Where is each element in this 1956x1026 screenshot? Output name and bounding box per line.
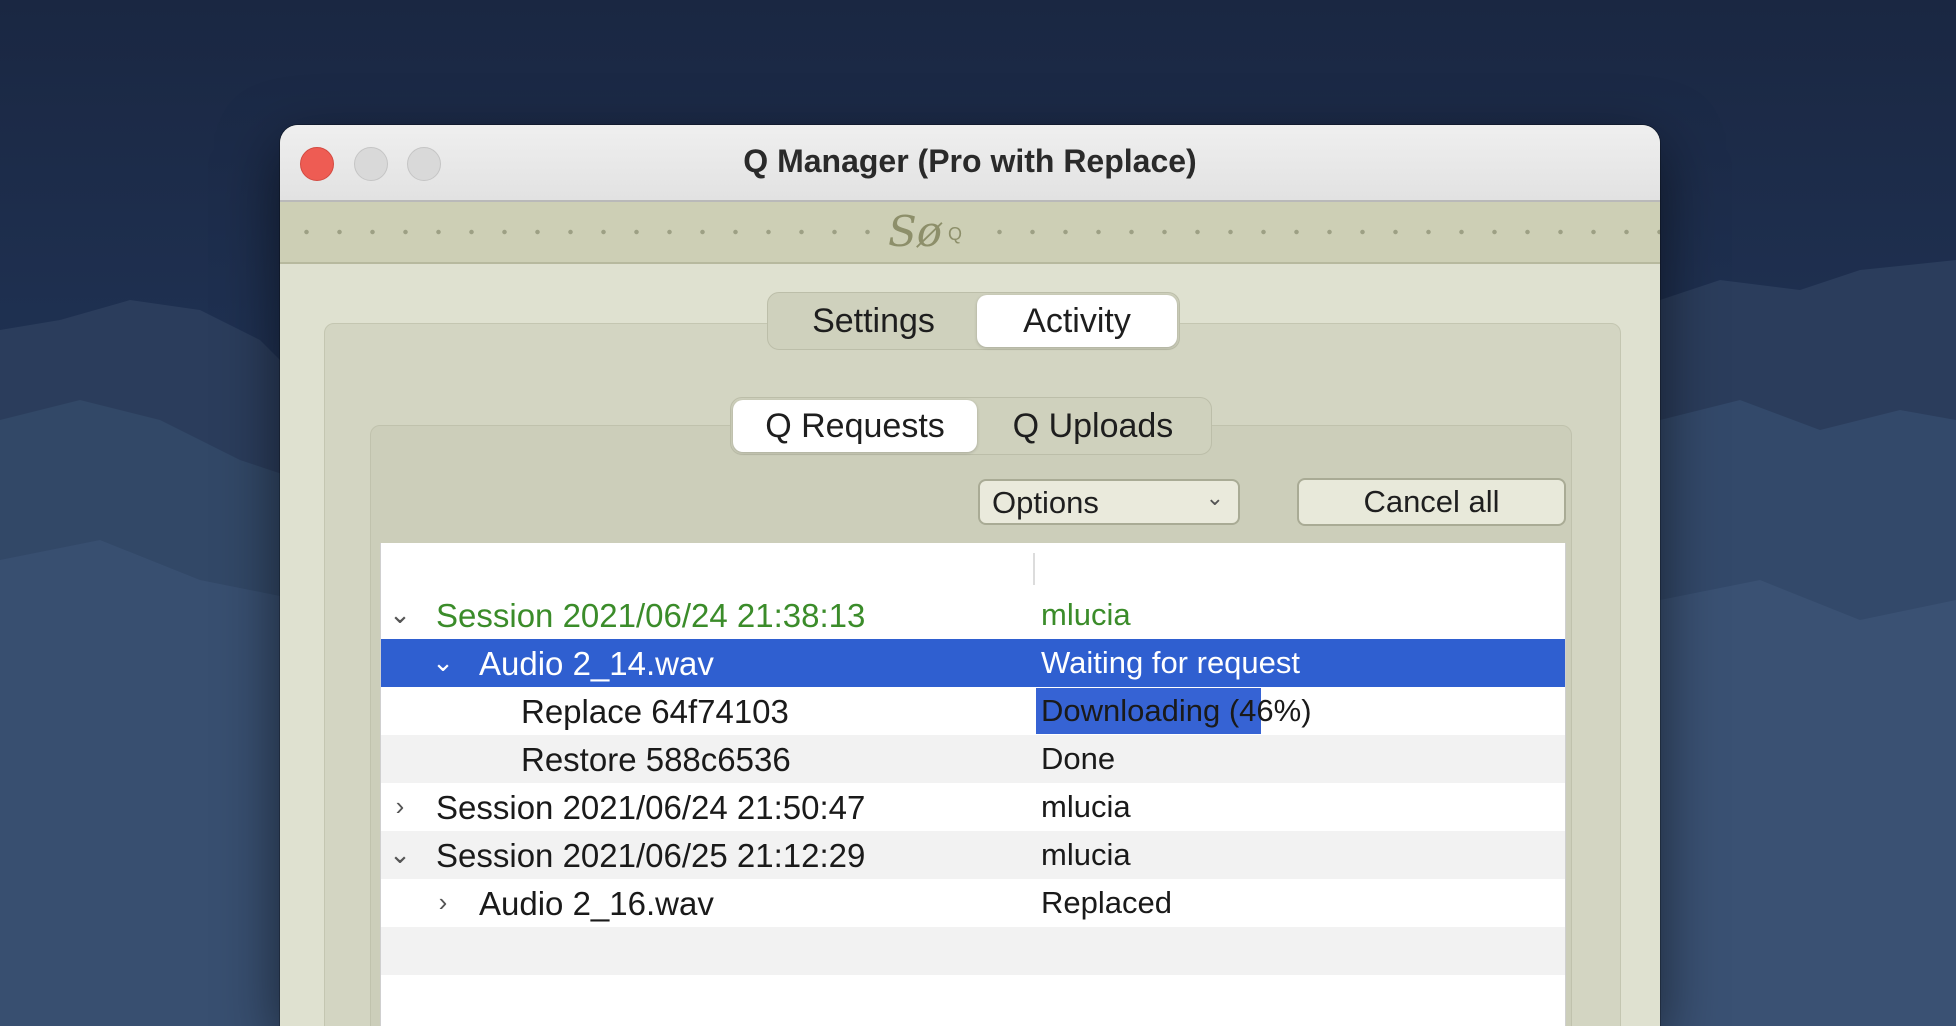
list-item-file[interactable]: › Audio 2_16.wav Replaced — [381, 879, 1565, 927]
app-banner: Sø Q — [280, 202, 1660, 264]
list-item-session[interactable]: ⌄ Session 2021/06/24 21:38:13 mlucia — [381, 591, 1565, 639]
chevron-down-icon[interactable]: ⌄ — [385, 839, 415, 870]
session-user: mlucia — [1041, 789, 1131, 824]
list-item-empty — [381, 927, 1565, 975]
session-name: Session 2021/06/24 21:50:47 — [436, 789, 866, 826]
tab-settings[interactable]: Settings — [770, 295, 977, 347]
q-manager-window: Q Manager (Pro with Replace) Sø Q Setting… — [280, 125, 1660, 1026]
main-tab-bar: Settings Activity — [767, 292, 1180, 350]
file-name: Audio 2_14.wav — [479, 645, 714, 682]
logo-text: Sø — [887, 207, 943, 256]
action-name: Restore 588c6536 — [521, 741, 791, 778]
download-progress: Downloading (46%) — [1036, 688, 1316, 734]
options-label: Options — [992, 485, 1099, 520]
tab-activity[interactable]: Activity — [977, 295, 1177, 347]
tab-q-uploads[interactable]: Q Uploads — [977, 400, 1209, 452]
session-user: mlucia — [1041, 837, 1131, 872]
session-name: Session 2021/06/24 21:38:13 — [436, 597, 866, 634]
title-bar: Q Manager (Pro with Replace) — [280, 125, 1660, 202]
chevron-right-icon[interactable]: › — [385, 791, 415, 822]
action-name: Replace 64f74103 — [521, 693, 789, 730]
column-divider[interactable] — [1033, 553, 1035, 585]
file-status: Waiting for request — [1041, 645, 1301, 680]
chevron-down-icon[interactable]: ⌄ — [385, 599, 415, 630]
file-name: Audio 2_16.wav — [479, 885, 714, 922]
cancel-all-button[interactable]: Cancel all — [1297, 478, 1566, 526]
list-item-action[interactable]: Replace 64f74103 Downloading (46%) — [381, 687, 1565, 735]
tab-q-requests[interactable]: Q Requests — [733, 400, 977, 452]
list-header — [381, 543, 1565, 591]
window-title: Q Manager (Pro with Replace) — [743, 143, 1197, 179]
list-item-session[interactable]: ⌄ Session 2021/06/25 21:12:29 mlucia — [381, 831, 1565, 879]
app-logo: Sø Q — [875, 202, 975, 262]
file-status: Replaced — [1041, 885, 1172, 920]
list-item-action[interactable]: Restore 588c6536 Done — [381, 735, 1565, 783]
list-item-session[interactable]: › Session 2021/06/24 21:50:47 mlucia — [381, 783, 1565, 831]
session-name: Session 2021/06/25 21:12:29 — [436, 837, 866, 874]
logo-suffix: Q — [948, 223, 963, 244]
list-item-file[interactable]: ⌄ Audio 2_14.wav Waiting for request — [381, 639, 1565, 687]
session-user: mlucia — [1041, 597, 1131, 632]
chevron-right-icon[interactable]: › — [428, 887, 458, 918]
chevron-down-icon[interactable]: ⌄ — [428, 647, 458, 678]
action-status: Done — [1041, 741, 1116, 776]
requests-list[interactable]: ⌄ Session 2021/06/24 21:38:13 mlucia ⌄ A… — [380, 543, 1566, 1026]
chevron-down-icon: ⌄ — [1205, 485, 1224, 510]
progress-status: Downloading (46%) — [1041, 693, 1312, 728]
sub-tab-bar: Q Requests Q Uploads — [730, 397, 1212, 455]
options-dropdown[interactable]: Options ⌄ — [978, 479, 1240, 525]
